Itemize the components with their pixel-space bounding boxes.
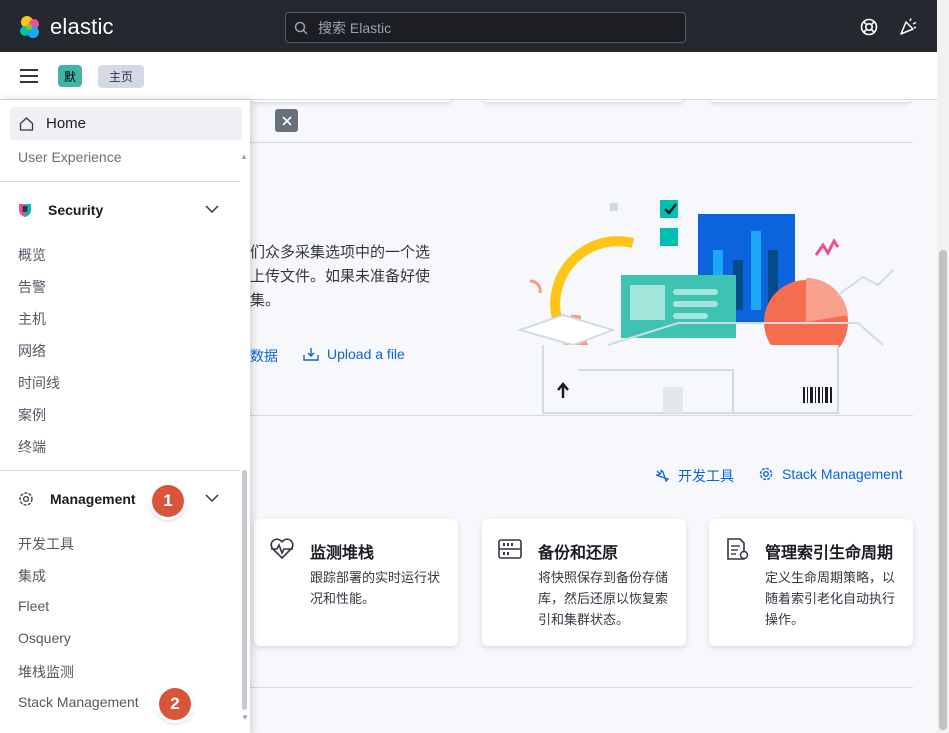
nav-home-label: Home — [46, 115, 87, 132]
nav-management-integrations[interactable]: 集成 — [18, 566, 46, 586]
nav-management-osquery[interactable]: Osquery — [18, 630, 71, 646]
elastic-logo[interactable]: elastic — [18, 14, 114, 40]
logo-text: elastic — [50, 14, 114, 39]
annotation-badge-1: 1 — [152, 485, 184, 517]
nav-security-alerts[interactable]: 告警 — [18, 277, 46, 297]
upload-label: Upload a file — [327, 346, 405, 362]
top-header: elastic — [0, 0, 937, 52]
nav-management-stack-management[interactable]: Stack Management — [18, 694, 139, 710]
newsfeed-cheer-icon[interactable] — [898, 17, 918, 37]
nav-scrollbar[interactable] — [242, 470, 247, 710]
home-icon — [19, 116, 34, 131]
gear-icon — [759, 467, 773, 481]
scroll-up-arrow[interactable]: ▲ — [240, 152, 248, 161]
index-lifecycle-card[interactable]: 管理索引生命周期 定义生命周期策略，以随着索引老化自动执行操作。 — [709, 519, 913, 646]
intro-line: 上传文件。如果未准备好使 — [250, 267, 431, 285]
divider — [0, 181, 240, 182]
storage-backup-icon — [498, 539, 522, 559]
card-edge — [250, 100, 453, 102]
nav-security-timelines[interactable]: 时间线 — [18, 373, 60, 393]
card-description: 将快照保存到备份存储库，然后还原以恢复索引和集群状态。 — [538, 571, 669, 628]
divider — [250, 415, 913, 416]
page-scrollbar-thumb[interactable] — [939, 250, 947, 730]
global-search[interactable] — [285, 12, 686, 43]
nav-section-management[interactable]: Management — [18, 485, 233, 513]
upload-icon — [303, 348, 319, 361]
management-title: Management — [50, 491, 136, 507]
intro-line: 们众多采集选项中的一个选 — [250, 243, 431, 261]
nav-security-cases[interactable]: 案例 — [18, 405, 46, 425]
page-scrollbar[interactable] — [937, 0, 949, 733]
ingest-intro: 们众多采集选项中的一个选 上传文件。如果未准备好使 集。 — [250, 240, 460, 312]
card-title: 管理索引生命周期 — [765, 543, 894, 562]
gear-icon — [19, 492, 33, 506]
card-edge — [709, 100, 912, 102]
card-edge — [482, 100, 685, 102]
add-data-illustration — [518, 200, 894, 414]
nav-management-devtools[interactable]: 开发工具 — [18, 534, 74, 554]
card-title: 监测堆栈 — [310, 543, 375, 562]
breadcrumb-bar: 默 主页 — [0, 52, 937, 100]
nav-management-stack-monitoring[interactable]: 堆栈监测 — [18, 662, 74, 682]
menu-toggle-icon[interactable] — [20, 69, 38, 83]
wrench-icon — [655, 469, 670, 483]
nav-security-overview[interactable]: 概览 — [18, 245, 46, 265]
breadcrumb-home[interactable]: 主页 — [98, 65, 145, 88]
monitoring-heartbeat-icon — [270, 538, 294, 559]
card-description: 跟踪部署的实时运行状况和性能。 — [310, 571, 441, 607]
home-main-content: 们众多采集选项中的一个选 上传文件。如果未准备好使 集。 数据 Upload a… — [250, 100, 937, 733]
nav-section-security[interactable]: Security — [18, 196, 233, 224]
stack-management-link[interactable]: Stack Management — [758, 466, 903, 482]
devtools-label: 开发工具 — [678, 468, 734, 484]
card-title: 备份和还原 — [538, 543, 619, 562]
card-description: 定义生命周期策略，以随着索引老化自动执行操作。 — [765, 571, 896, 628]
nav-security-network[interactable]: 网络 — [18, 341, 46, 361]
stack-management-label: Stack Management — [782, 466, 903, 482]
monitor-stack-card[interactable]: 监测堆栈 跟踪部署的实时运行状况和性能。 — [254, 519, 458, 646]
annotation-badge-2: 2 — [159, 688, 191, 720]
divider — [0, 470, 240, 471]
chevron-down-icon[interactable] — [205, 494, 219, 503]
index-lifecycle-icon — [727, 538, 749, 560]
nav-management-fleet[interactable]: Fleet — [18, 598, 49, 614]
close-button[interactable] — [275, 109, 298, 132]
nav-user-experience[interactable]: User Experience — [18, 149, 122, 165]
add-data-link[interactable]: 数据 — [250, 346, 278, 366]
nav-security-hosts[interactable]: 主机 — [18, 309, 46, 329]
upload-file-link[interactable]: Upload a file — [303, 346, 405, 362]
chevron-down-icon[interactable] — [205, 205, 219, 214]
security-title: Security — [48, 202, 104, 218]
scroll-down-arrow[interactable]: ▼ — [241, 713, 249, 722]
divider — [250, 142, 913, 143]
close-icon — [281, 115, 292, 126]
nav-security-endpoints[interactable]: 终端 — [18, 437, 46, 457]
security-shield-icon — [19, 204, 31, 217]
elastic-cluster-icon — [20, 16, 39, 38]
nav-drawer: Home User Experience ▲ Security 概览 告警 主机… — [0, 100, 250, 733]
divider — [250, 687, 913, 688]
nav-home[interactable]: Home — [10, 107, 242, 140]
devtools-link[interactable]: 开发工具 — [654, 466, 734, 486]
intro-line: 集。 — [250, 291, 281, 309]
backup-restore-card[interactable]: 备份和还原 将快照保存到备份存储库，然后还原以恢复索引和集群状态。 — [482, 519, 686, 646]
search-input[interactable] — [316, 18, 656, 37]
space-avatar[interactable]: 默 — [58, 65, 82, 87]
search-icon — [294, 21, 308, 35]
help-lifebuoy-icon[interactable] — [859, 17, 879, 37]
